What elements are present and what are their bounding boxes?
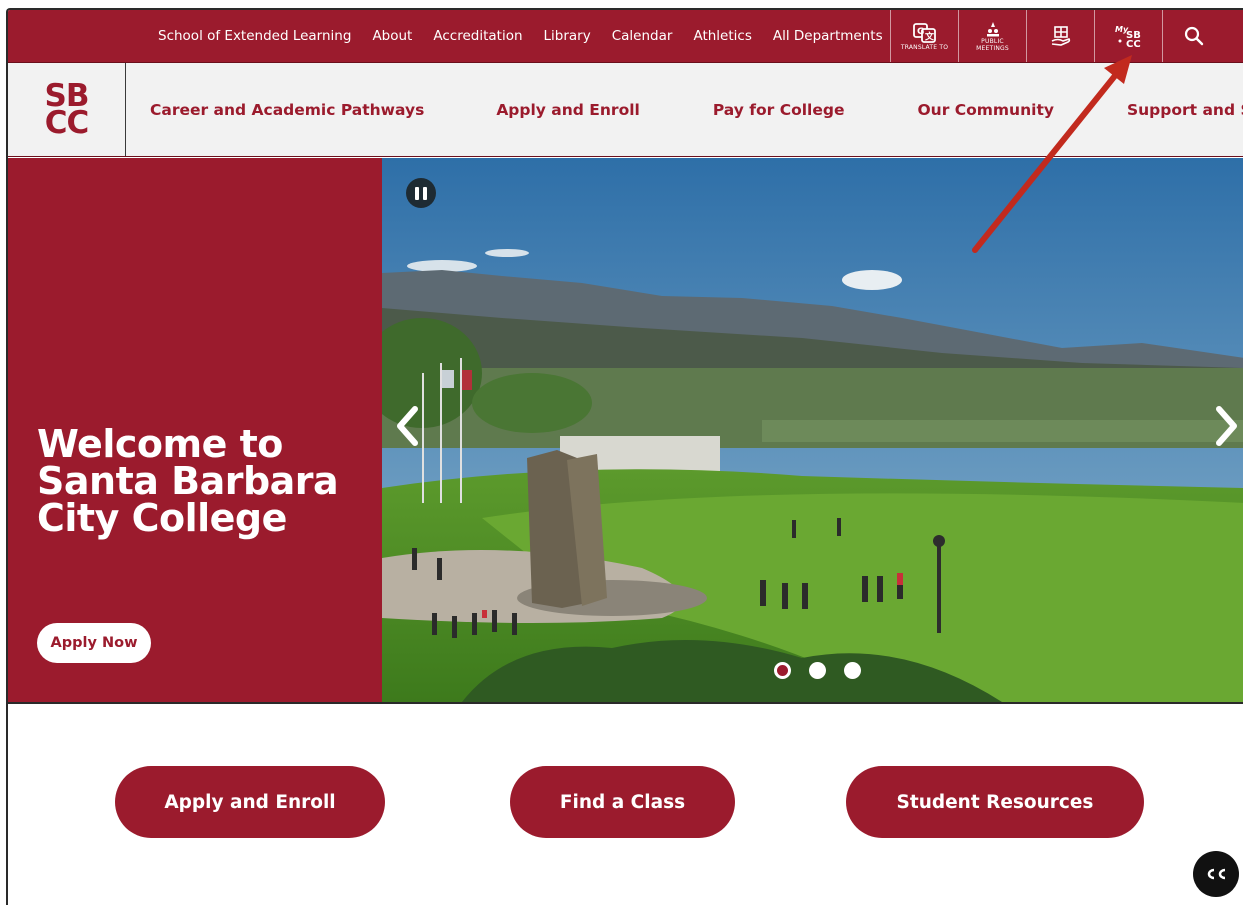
slide-dot-2[interactable] bbox=[809, 662, 826, 679]
closed-captions-icon bbox=[1207, 868, 1226, 880]
pause-icon bbox=[415, 186, 419, 200]
nav-pay-for-college[interactable]: Pay for College bbox=[713, 101, 845, 119]
pause-button[interactable] bbox=[406, 178, 436, 208]
nav-support-success[interactable]: Support and Success bbox=[1127, 101, 1243, 119]
utility-links: School of Extended Learning About Accred… bbox=[158, 10, 883, 62]
link-calendar[interactable]: Calendar bbox=[612, 28, 673, 44]
divider bbox=[8, 702, 1243, 704]
public-label-line2: MEETINGS bbox=[976, 45, 1009, 52]
nav-apply-enroll[interactable]: Apply and Enroll bbox=[496, 101, 640, 119]
translate-button[interactable]: G 文 TRANSLATE TO bbox=[890, 10, 958, 62]
chevron-left-icon bbox=[397, 406, 418, 446]
nav-career-pathways[interactable]: Career and Academic Pathways bbox=[150, 101, 424, 119]
chevron-right-icon bbox=[1216, 406, 1237, 446]
public-meetings-icon bbox=[986, 22, 999, 37]
svg-text:CC: CC bbox=[1126, 39, 1141, 49]
closed-captions-button[interactable] bbox=[1193, 851, 1239, 897]
link-library[interactable]: Library bbox=[544, 28, 591, 44]
hero-panel: Welcome to Santa Barbara City College Ap… bbox=[8, 158, 382, 702]
link-all-departments[interactable]: All Departments bbox=[773, 28, 883, 44]
mysbcc-button[interactable]: My SB CC bbox=[1094, 10, 1162, 62]
translate-icon: G 文 bbox=[912, 22, 936, 43]
apply-now-button[interactable]: Apply Now bbox=[37, 623, 151, 663]
campus-photo bbox=[382, 158, 1243, 702]
apply-enroll-button[interactable]: Apply and Enroll bbox=[115, 766, 385, 838]
mysbcc-icon: My SB CC bbox=[1115, 25, 1141, 49]
nav-our-community[interactable]: Our Community bbox=[917, 101, 1053, 119]
hero-title: Welcome to Santa Barbara City College bbox=[37, 422, 339, 540]
link-about[interactable]: About bbox=[372, 28, 412, 44]
svg-text:文: 文 bbox=[924, 30, 935, 42]
hero-image bbox=[382, 158, 1243, 702]
hero-carousel: Welcome to Santa Barbara City College Ap… bbox=[8, 158, 1243, 702]
sbcc-logo[interactable]: SB CC bbox=[8, 63, 126, 156]
public-meetings-button[interactable]: PUBLIC MEETINGS bbox=[958, 10, 1026, 62]
translate-label: TRANSLATE TO bbox=[900, 43, 949, 51]
link-accreditation[interactable]: Accreditation bbox=[433, 28, 522, 44]
nav-items: Career and Academic Pathways Apply and E… bbox=[150, 63, 1243, 156]
give-button[interactable] bbox=[1026, 10, 1094, 62]
student-resources-button[interactable]: Student Resources bbox=[846, 766, 1144, 838]
prev-slide-button[interactable] bbox=[392, 403, 422, 449]
gift-hand-icon bbox=[1051, 26, 1070, 46]
utility-icons: G 文 TRANSLATE TO PUBLIC MEETINGS My SB C… bbox=[890, 10, 1224, 62]
link-athletics[interactable]: Athletics bbox=[693, 28, 751, 44]
main-nav: SB CC Career and Academic Pathways Apply… bbox=[8, 62, 1243, 157]
svg-text:G: G bbox=[917, 27, 924, 37]
slide-dot-3[interactable] bbox=[844, 662, 861, 679]
slide-dot-1[interactable] bbox=[774, 662, 791, 679]
next-slide-button[interactable] bbox=[1212, 403, 1242, 449]
search-button[interactable] bbox=[1162, 10, 1224, 62]
browser-frame: School of Extended Learning About Accred… bbox=[6, 8, 1243, 905]
utility-bar: School of Extended Learning About Accred… bbox=[8, 10, 1243, 62]
slide-indicators bbox=[774, 662, 861, 679]
find-a-class-button[interactable]: Find a Class bbox=[510, 766, 735, 838]
search-icon bbox=[1184, 26, 1203, 46]
link-extended-learning[interactable]: School of Extended Learning bbox=[158, 28, 351, 44]
logo-line2: CC bbox=[44, 104, 90, 141]
